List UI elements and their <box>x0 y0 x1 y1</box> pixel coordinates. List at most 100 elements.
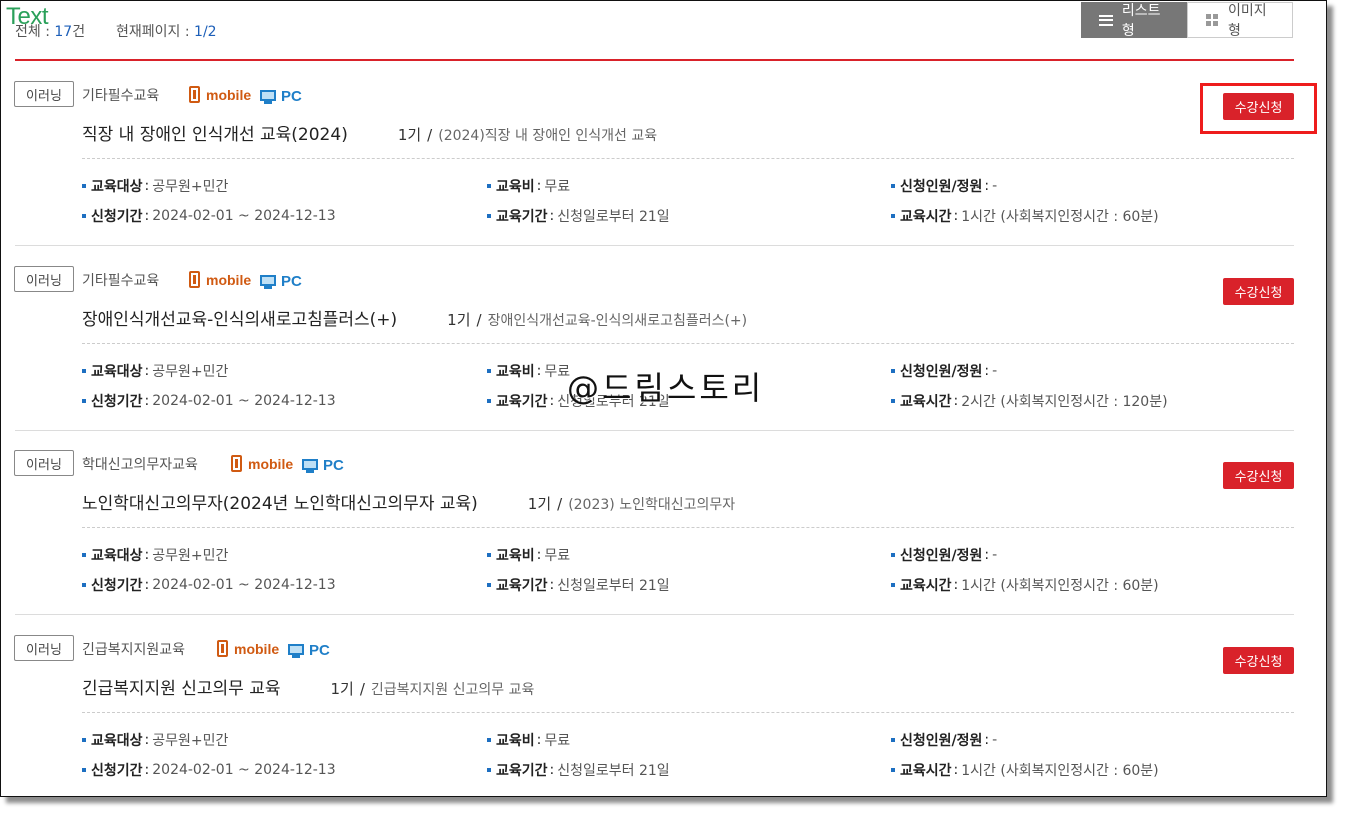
course-category: 기타필수교육 <box>82 273 160 289</box>
course-title[interactable]: 긴급복지지원 신고의무 교육 <box>82 674 281 699</box>
mobile-label: mobile <box>206 86 252 103</box>
watermark: @드림스토리 <box>567 369 765 407</box>
course-subtitle: 긴급복지지원 신고의무 교육 <box>370 682 535 698</box>
info-target: 교육대상: 공무원+민간 <box>82 545 228 565</box>
list-icon <box>1099 14 1113 26</box>
info-fee: 교육비: 무료 <box>487 361 570 381</box>
monitor-icon <box>260 274 276 289</box>
course-category: 학대신고의무자교육 <box>82 457 198 473</box>
course-title-row: 노인학대신고의무자(2024년 노인학대신고의무자 교육) 1기 / (2023… <box>82 489 735 514</box>
info-edu-time: 교육시간:2시간 (사회복지인정시간 : 120분) <box>891 391 1168 411</box>
info-edu-period: 교육기간: 신청일로부터 21일 <box>487 206 670 226</box>
info-apply-period: 신청기간:2024-02-01 ~ 2024-12-13 <box>82 391 336 411</box>
page-indicator: 1/2 <box>194 24 217 40</box>
apply-button[interactable]: 수강신청 <box>1223 278 1294 305</box>
title-separator: / <box>427 126 433 144</box>
monitor-icon <box>302 458 318 473</box>
course-subtitle: 장애인식개선교육-인식의새로고침플러스(+) <box>487 313 748 329</box>
course-title-row: 긴급복지지원 신고의무 교육 1기 / 긴급복지지원 신고의무 교육 <box>82 674 534 699</box>
page-label: 현재페이지 : <box>116 24 190 40</box>
dashed-divider <box>82 712 1294 713</box>
course-period: 1기 <box>330 680 354 698</box>
image-view-label: 이미지형 <box>1228 3 1267 39</box>
course-subtitle: (2024)직장 내 장애인 인식개선 교육 <box>438 128 658 144</box>
course-item: 이러닝 긴급복지지원교육 mobile PC 긴급복지지원 신고의무 교육 1기… <box>1 615 1311 796</box>
total-unit: 건 <box>72 24 86 40</box>
mobile-icon <box>231 455 242 472</box>
pc-badge: PC <box>260 273 302 290</box>
course-subtitle: (2023) 노인학대신고의무자 <box>568 497 736 513</box>
info-capacity: 신청인원/정원: - <box>891 545 997 565</box>
info-edu-time: 교육시간:1시간 (사회복지인정시간 : 60분) <box>891 206 1159 226</box>
course-title[interactable]: 직장 내 장애인 인식개선 교육(2024) <box>82 120 348 145</box>
pc-label: PC <box>281 88 302 105</box>
title-separator: / <box>557 495 563 513</box>
course-category: 긴급복지지원교육 <box>82 642 186 658</box>
info-apply-period: 신청기간:2024-02-01 ~ 2024-12-13 <box>82 206 336 226</box>
info-capacity: 신청인원/정원: - <box>891 730 997 750</box>
course-title-row: 직장 내 장애인 인식개선 교육(2024) 1기 / (2024)직장 내 장… <box>82 120 657 145</box>
list-view-button[interactable]: 리스트형 <box>1081 2 1187 39</box>
info-edu-period: 교육기간: 신청일로부터 21일 <box>487 760 670 780</box>
pc-label: PC <box>309 642 330 659</box>
pc-label: PC <box>281 273 302 290</box>
mobile-icon <box>189 86 200 103</box>
title-separator: / <box>359 680 365 698</box>
mobile-label: mobile <box>206 271 252 288</box>
info-target: 교육대상: 공무원+민간 <box>82 176 228 196</box>
view-toggle: 리스트형 이미지형 <box>1081 2 1293 39</box>
course-period: 1기 <box>527 495 552 513</box>
info-apply-period: 신청기간:2024-02-01 ~ 2024-12-13 <box>82 760 336 780</box>
monitor-icon <box>260 89 276 104</box>
title-separator: / <box>476 311 482 329</box>
monitor-icon <box>288 643 304 658</box>
info-target: 교육대상: 공무원+민간 <box>82 730 228 750</box>
course-type-badge: 이러닝 <box>14 266 74 292</box>
info-edu-time: 교육시간:1시간 (사회복지인정시간 : 60분) <box>891 760 1159 780</box>
mobile-label: mobile <box>234 640 280 657</box>
dashed-divider <box>82 158 1294 159</box>
grid-icon <box>1206 14 1218 26</box>
info-capacity: 신청인원/정원: - <box>891 176 997 196</box>
pc-badge: PC <box>302 457 344 474</box>
list-view-label: 리스트형 <box>1121 3 1161 39</box>
mobile-icon <box>189 271 200 288</box>
info-fee: 교육비: 무료 <box>487 545 570 565</box>
mobile-badge: mobile <box>217 640 279 657</box>
overlay-text-label: Text <box>6 3 49 30</box>
course-title[interactable]: 노인학대신고의무자(2024년 노인학대신고의무자 교육) <box>82 489 478 514</box>
course-type-badge: 이러닝 <box>14 635 74 661</box>
mobile-label: mobile <box>248 455 294 472</box>
apply-button[interactable]: 수강신청 <box>1223 647 1294 674</box>
dashed-divider <box>82 527 1294 528</box>
course-item: 이러닝 학대신고의무자교육 mobile PC 노인학대신고의무자(2024년 … <box>1 430 1311 615</box>
pc-label: PC <box>323 457 344 474</box>
course-category: 기타필수교육 <box>82 88 160 104</box>
info-fee: 교육비: 무료 <box>487 730 570 750</box>
course-list-panel: Text 전체 : 17건 현재페이지 : 1/2 리스트형 이미지형 이러닝 … <box>0 0 1327 797</box>
course-type-badge: 이러닝 <box>14 81 74 107</box>
info-edu-time: 교육시간:1시간 (사회복지인정시간 : 60분) <box>891 575 1159 595</box>
info-apply-period: 신청기간:2024-02-01 ~ 2024-12-13 <box>82 575 336 595</box>
course-title-row: 장애인식개선교육-인식의새로고침플러스(+) 1기 / 장애인식개선교육-인식의… <box>82 305 747 330</box>
highlight-annotation-box <box>1200 83 1317 134</box>
total-count: 17 <box>54 24 73 40</box>
mobile-badge: mobile <box>231 455 293 472</box>
info-fee: 교육비: 무료 <box>487 176 570 196</box>
info-capacity: 신청인원/정원: - <box>891 361 997 381</box>
info-target: 교육대상: 공무원+민간 <box>82 361 228 381</box>
apply-button[interactable]: 수강신청 <box>1223 462 1294 489</box>
mobile-icon <box>217 640 228 657</box>
course-title[interactable]: 장애인식개선교육-인식의새로고침플러스(+) <box>82 305 397 330</box>
mobile-badge: mobile <box>189 271 251 288</box>
pc-badge: PC <box>288 642 330 659</box>
image-view-button[interactable]: 이미지형 <box>1187 2 1293 39</box>
course-item: 이러닝 기타필수교육 mobile PC 직장 내 장애인 인식개선 교육(20… <box>1 61 1311 246</box>
course-period: 1기 <box>447 311 471 329</box>
mobile-badge: mobile <box>189 86 251 103</box>
course-period: 1기 <box>397 126 422 144</box>
info-edu-period: 교육기간: 신청일로부터 21일 <box>487 575 670 595</box>
dashed-divider <box>82 343 1294 344</box>
course-type-badge: 이러닝 <box>14 450 74 476</box>
pc-badge: PC <box>260 88 302 105</box>
